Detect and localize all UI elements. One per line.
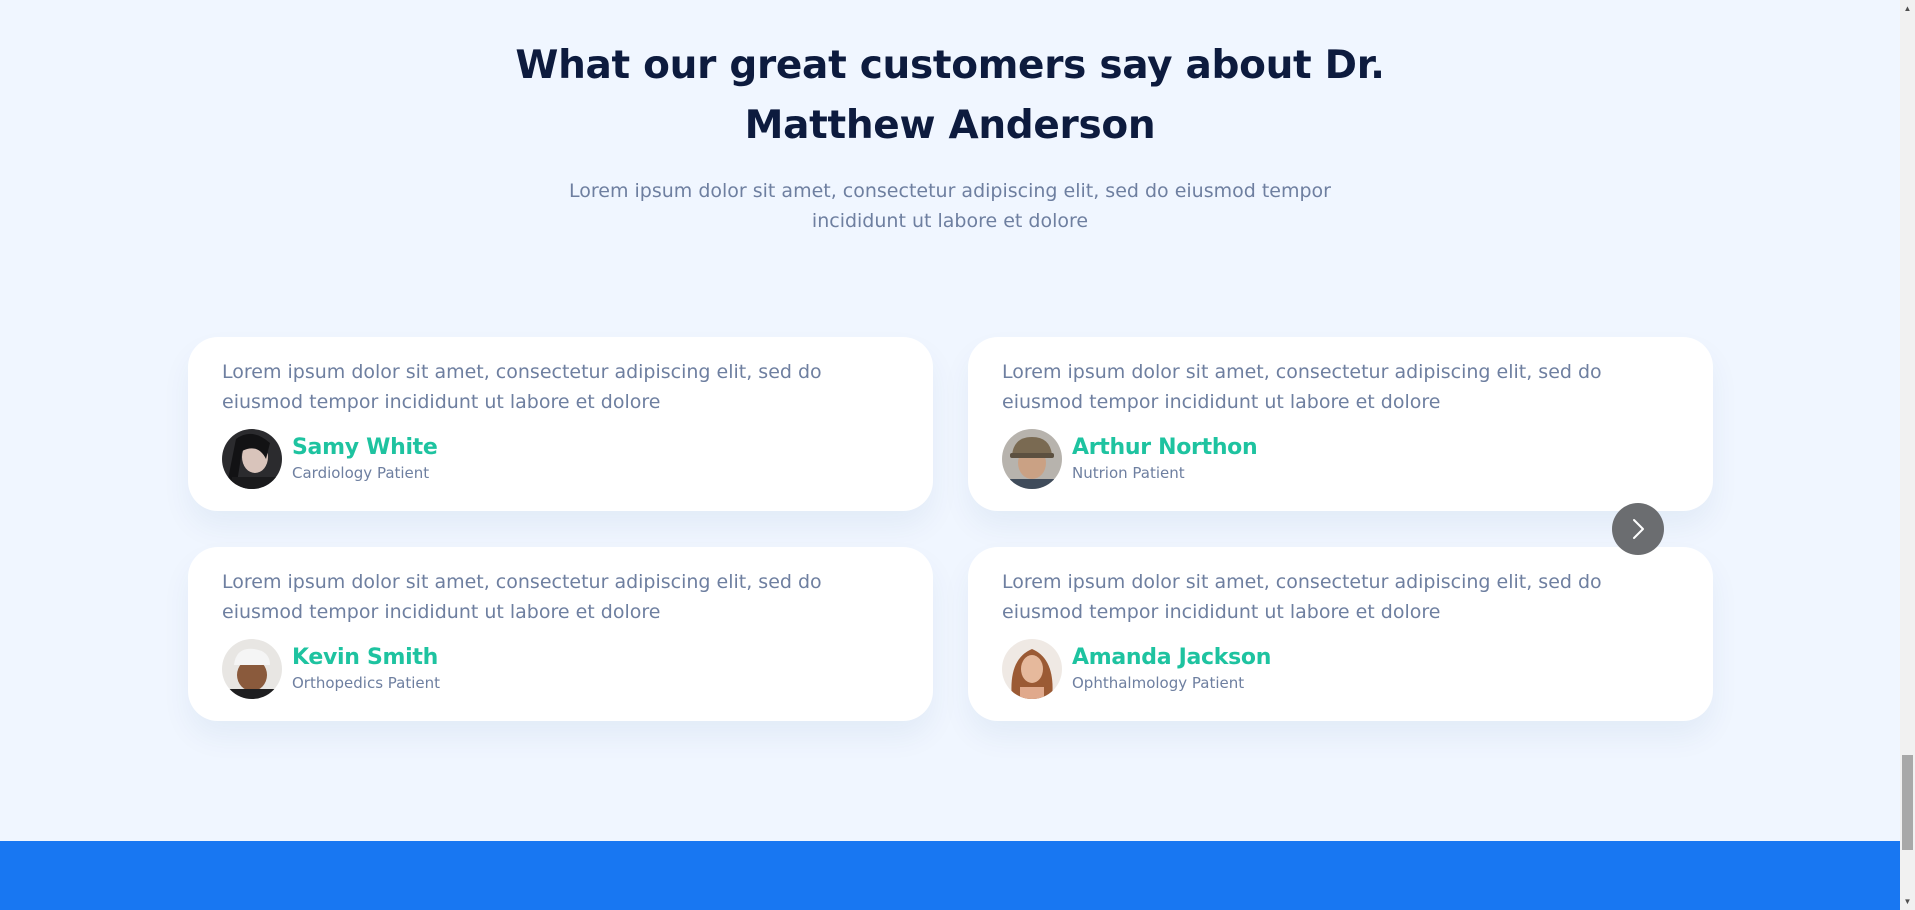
author-name: Amanda Jackson [1072, 645, 1272, 670]
author-info: Amanda Jackson Ophthalmology Patient [1072, 644, 1271, 694]
testimonial-author: Arthur Northon Nutrion Patient [1002, 429, 1679, 489]
avatar [222, 639, 282, 699]
author-name: Kevin Smith [292, 645, 438, 670]
testimonials-carousel: Lorem ipsum dolor sit amet, consectetur … [188, 337, 1728, 722]
scrollbar-thumb[interactable] [1902, 755, 1913, 850]
testimonial-quote: Lorem ipsum dolor sit amet, consectetur … [222, 571, 822, 623]
author-role: Ophthalmology Patient [1072, 674, 1245, 692]
testimonial-author: Amanda Jackson Ophthalmology Patient [1002, 639, 1679, 699]
testimonial-card: Lorem ipsum dolor sit amet, consectetur … [188, 337, 933, 511]
page-scrollbar[interactable]: ▲ ▼ [1900, 0, 1915, 910]
testimonial-card: Lorem ipsum dolor sit amet, consectetur … [968, 337, 1713, 511]
avatar [222, 429, 282, 489]
author-info: Arthur Northon Nutrion Patient [1072, 434, 1258, 484]
testimonial-author: Kevin Smith Orthopedics Patient [222, 639, 899, 699]
triangle-up-icon[interactable]: ▲ [1900, 0, 1915, 17]
author-name: Samy White [292, 435, 438, 460]
author-role: Cardiology Patient [292, 464, 430, 482]
author-role: Nutrion Patient [1072, 464, 1185, 482]
section-title: What our great customers say about Dr. M… [515, 43, 1385, 148]
testimonial-quote: Lorem ipsum dolor sit amet, consectetur … [1002, 361, 1602, 413]
testimonial-card: Lorem ipsum dolor sit amet, consectetur … [968, 547, 1713, 721]
section-subtitle: Lorem ipsum dolor sit amet, consectetur … [568, 180, 1331, 232]
carousel-next-button[interactable] [1612, 503, 1664, 555]
author-info: Samy White Cardiology Patient [292, 434, 438, 484]
testimonials-page: What our great customers say about Dr. M… [0, 0, 1900, 910]
testimonial-quote: Lorem ipsum dolor sit amet, consectetur … [1002, 571, 1602, 623]
chevron-right-icon [1633, 519, 1644, 539]
testimonial-card: Lorem ipsum dolor sit amet, consectetur … [188, 547, 933, 721]
testimonial-quote: Lorem ipsum dolor sit amet, consectetur … [222, 361, 822, 413]
footer-section [0, 841, 1900, 910]
avatar [1002, 639, 1062, 699]
avatar [1002, 429, 1062, 489]
author-name: Arthur Northon [1072, 435, 1258, 460]
author-role: Orthopedics Patient [292, 674, 441, 692]
triangle-down-icon[interactable]: ▼ [1900, 893, 1915, 910]
author-info: Kevin Smith Orthopedics Patient [292, 644, 440, 694]
testimonial-author: Samy White Cardiology Patient [222, 429, 899, 489]
